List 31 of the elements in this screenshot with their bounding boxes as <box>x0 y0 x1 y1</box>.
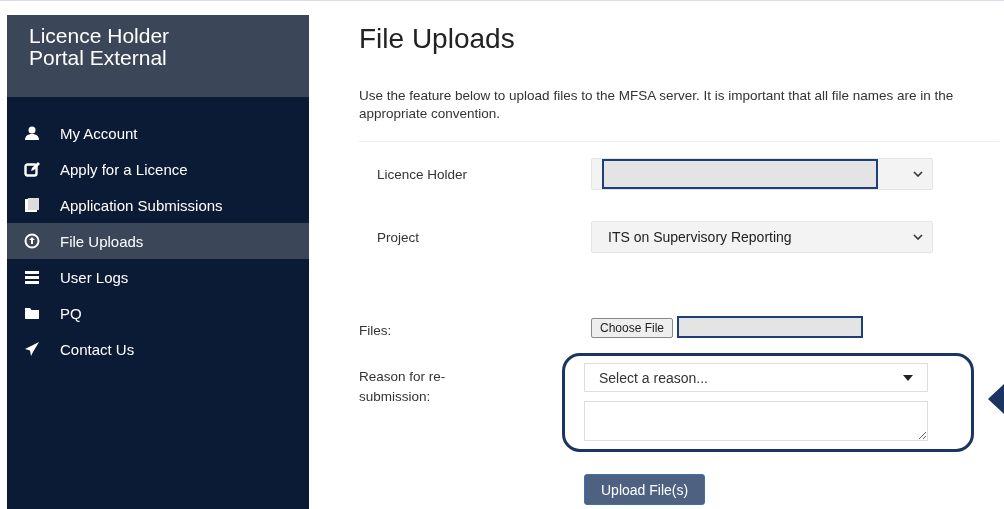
licence-holder-select[interactable] <box>591 158 933 190</box>
project-select[interactable]: ITS on Supervisory Reporting <box>591 221 933 253</box>
pointer-icon <box>988 384 1004 414</box>
document-icon <box>24 197 40 213</box>
upload-button[interactable]: Upload File(s) <box>584 474 706 505</box>
sidebar-item[interactable]: Apply for a Licence <box>7 151 309 187</box>
chevron-icon <box>913 171 923 177</box>
field-label: Reason for re-submission: <box>359 368 447 406</box>
sidebar-item[interactable]: File Uploads <box>7 223 309 259</box>
sidebar-item[interactable]: Application Submissions <box>7 187 309 223</box>
person-icon <box>24 125 40 141</box>
page-description: Use the feature below to upload files to the MFSA server. It is important that all file names are in the appropriate convention. <box>359 87 955 123</box>
reason-select[interactable]: Select a reason... <box>584 363 928 392</box>
list-icon <box>24 269 40 285</box>
portal-title: Licence Holder Portal External <box>29 25 171 69</box>
edit-icon <box>24 161 40 177</box>
caret-icon <box>903 374 913 381</box>
field-label: Project <box>376 229 421 245</box>
field-label: Files: <box>359 323 393 338</box>
sidebar-item[interactable]: PQ <box>7 295 309 331</box>
page-title: File Uploads <box>359 23 516 55</box>
file-name-field[interactable] <box>677 315 864 338</box>
sidebar-item[interactable]: User Logs <box>7 259 309 295</box>
upload-icon <box>24 233 40 249</box>
choose-file-button[interactable]: Choose File <box>591 317 674 338</box>
chevron-icon <box>913 234 923 240</box>
sidebar-item[interactable]: My Account <box>7 115 309 151</box>
folder-icon <box>24 305 40 321</box>
sidebar-item[interactable]: Contact Us <box>7 331 309 367</box>
paper-plane-icon <box>24 341 40 357</box>
field-label: Licence Holder <box>376 166 469 182</box>
